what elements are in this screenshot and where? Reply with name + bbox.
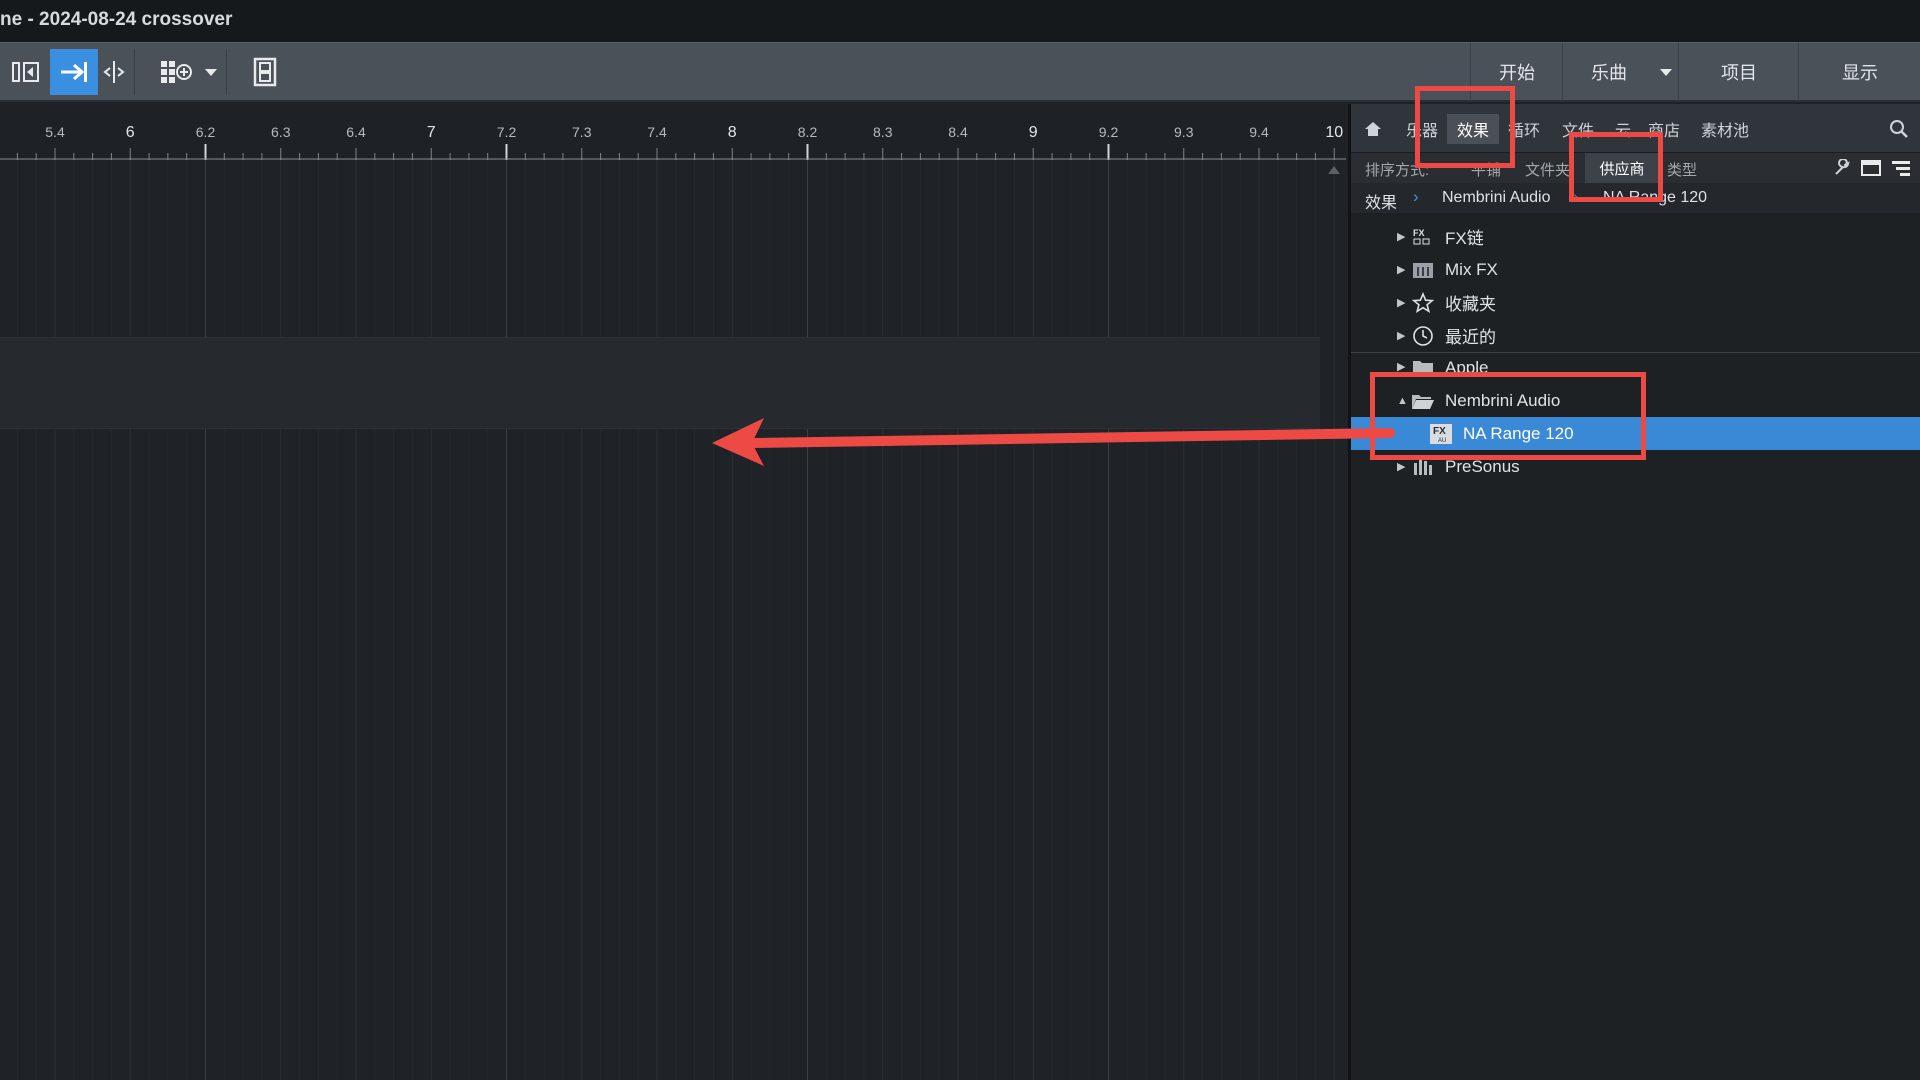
tree-item-fx-chain[interactable]: ▶ FX FX链 bbox=[1351, 220, 1920, 253]
ruler-tick-label: 7.3 bbox=[572, 124, 592, 140]
ruler-ticks: 5.4 6 6.2 6.3 6.4 7 7.2 7.3 7.4 8 8.2 8.3 8.4 9 9.2 9.3… bbox=[0, 124, 1346, 160]
home-icon[interactable] bbox=[1361, 114, 1385, 144]
tab-pool[interactable]: 素材池 bbox=[1695, 114, 1755, 144]
mix-fx-icon bbox=[1411, 260, 1435, 280]
breadcrumb-vendor[interactable]: Nembrini Audio bbox=[1442, 189, 1551, 207]
star-icon bbox=[1411, 291, 1435, 314]
divider bbox=[1351, 352, 1920, 353]
fx-chain-icon: FX bbox=[1411, 227, 1433, 247]
nav-project-button[interactable]: 项目 bbox=[1678, 43, 1799, 101]
chevron-right-icon: › bbox=[1413, 187, 1419, 206]
breadcrumb-root[interactable]: 效果 bbox=[1365, 189, 1397, 213]
window-title: ne - 2024-08-24 crossover bbox=[0, 9, 233, 30]
ruler-tick-label: 6 bbox=[126, 124, 135, 141]
highlight-plugin-item bbox=[1370, 372, 1646, 460]
ruler-tick-label: 6.4 bbox=[346, 124, 366, 140]
dropdown-caret-icon[interactable] bbox=[200, 49, 222, 95]
browser-panel: 乐器 效果 循环 文件 云 商店 素材池 排序方式: 平铺 文件夹 供应商 类型… bbox=[1348, 104, 1920, 1080]
ruler-tick-label: 8.3 bbox=[873, 124, 893, 140]
nav-show-button[interactable]: 显示 bbox=[1798, 43, 1920, 101]
nav-song-button[interactable]: 乐曲 bbox=[1562, 43, 1655, 101]
wrench-icon[interactable] bbox=[1833, 158, 1851, 182]
title-bar: ne - 2024-08-24 crossover bbox=[0, 0, 1920, 42]
ruler-tick-label: 9.4 bbox=[1249, 124, 1269, 140]
split-icon[interactable] bbox=[100, 49, 128, 95]
tree-item-mix-fx[interactable]: ▶ Mix FX bbox=[1351, 253, 1920, 286]
song-dropdown-icon[interactable] bbox=[1654, 43, 1678, 101]
main-toolbar: 开始 乐曲 项目 显示 bbox=[0, 42, 1920, 102]
ruler-tick-label: 7.4 bbox=[647, 124, 667, 140]
svg-text:FX: FX bbox=[1413, 228, 1425, 238]
sort-folder[interactable]: 文件夹 bbox=[1525, 159, 1570, 180]
tree-item-recent[interactable]: ▶ 最近的 bbox=[1351, 319, 1920, 352]
search-icon[interactable] bbox=[1885, 114, 1913, 144]
highlight-vendor-sort bbox=[1569, 132, 1663, 202]
timeline-ruler[interactable]: 5.4 6 6.2 6.3 6.4 7 7.2 7.3 7.4 8 8.2 8.3 8.4 9 9.2 9.3… bbox=[0, 104, 1346, 161]
ruler-tick-label: 8.2 bbox=[798, 124, 818, 140]
ruler-tick-label: 9.3 bbox=[1174, 124, 1194, 140]
ruler-tick-label: 8.4 bbox=[948, 124, 968, 140]
highlight-effects-tab bbox=[1415, 86, 1515, 168]
sort-type[interactable]: 类型 bbox=[1667, 159, 1697, 180]
arrange-view[interactable] bbox=[0, 160, 1346, 1080]
ruler-tick-label: 5.4 bbox=[45, 124, 65, 140]
film-icon[interactable] bbox=[250, 49, 280, 95]
ruler-tick-label: 6.3 bbox=[271, 124, 291, 140]
panel-toggle-icon[interactable] bbox=[8, 49, 44, 95]
clock-icon bbox=[1411, 325, 1435, 347]
ruler-tick-label: 7 bbox=[427, 124, 436, 141]
grid-add-icon[interactable] bbox=[156, 49, 196, 95]
ruler-tick-label: 10 bbox=[1325, 124, 1343, 141]
ruler-tick-label: 9.2 bbox=[1099, 124, 1119, 140]
ruler-tick-label: 9 bbox=[1029, 124, 1038, 141]
scroll-up-arrow bbox=[1328, 166, 1340, 174]
ruler-tick-label: 8 bbox=[728, 124, 737, 141]
snap-arrow-icon[interactable] bbox=[50, 49, 98, 95]
window-icon[interactable] bbox=[1861, 159, 1881, 182]
ruler-tick-label: 7.2 bbox=[497, 124, 517, 140]
tree-item-favorites[interactable]: ▶ 收藏夹 bbox=[1351, 286, 1920, 319]
ruler-tick-label: 6.2 bbox=[196, 124, 216, 140]
list-view-icon[interactable] bbox=[1891, 159, 1911, 182]
